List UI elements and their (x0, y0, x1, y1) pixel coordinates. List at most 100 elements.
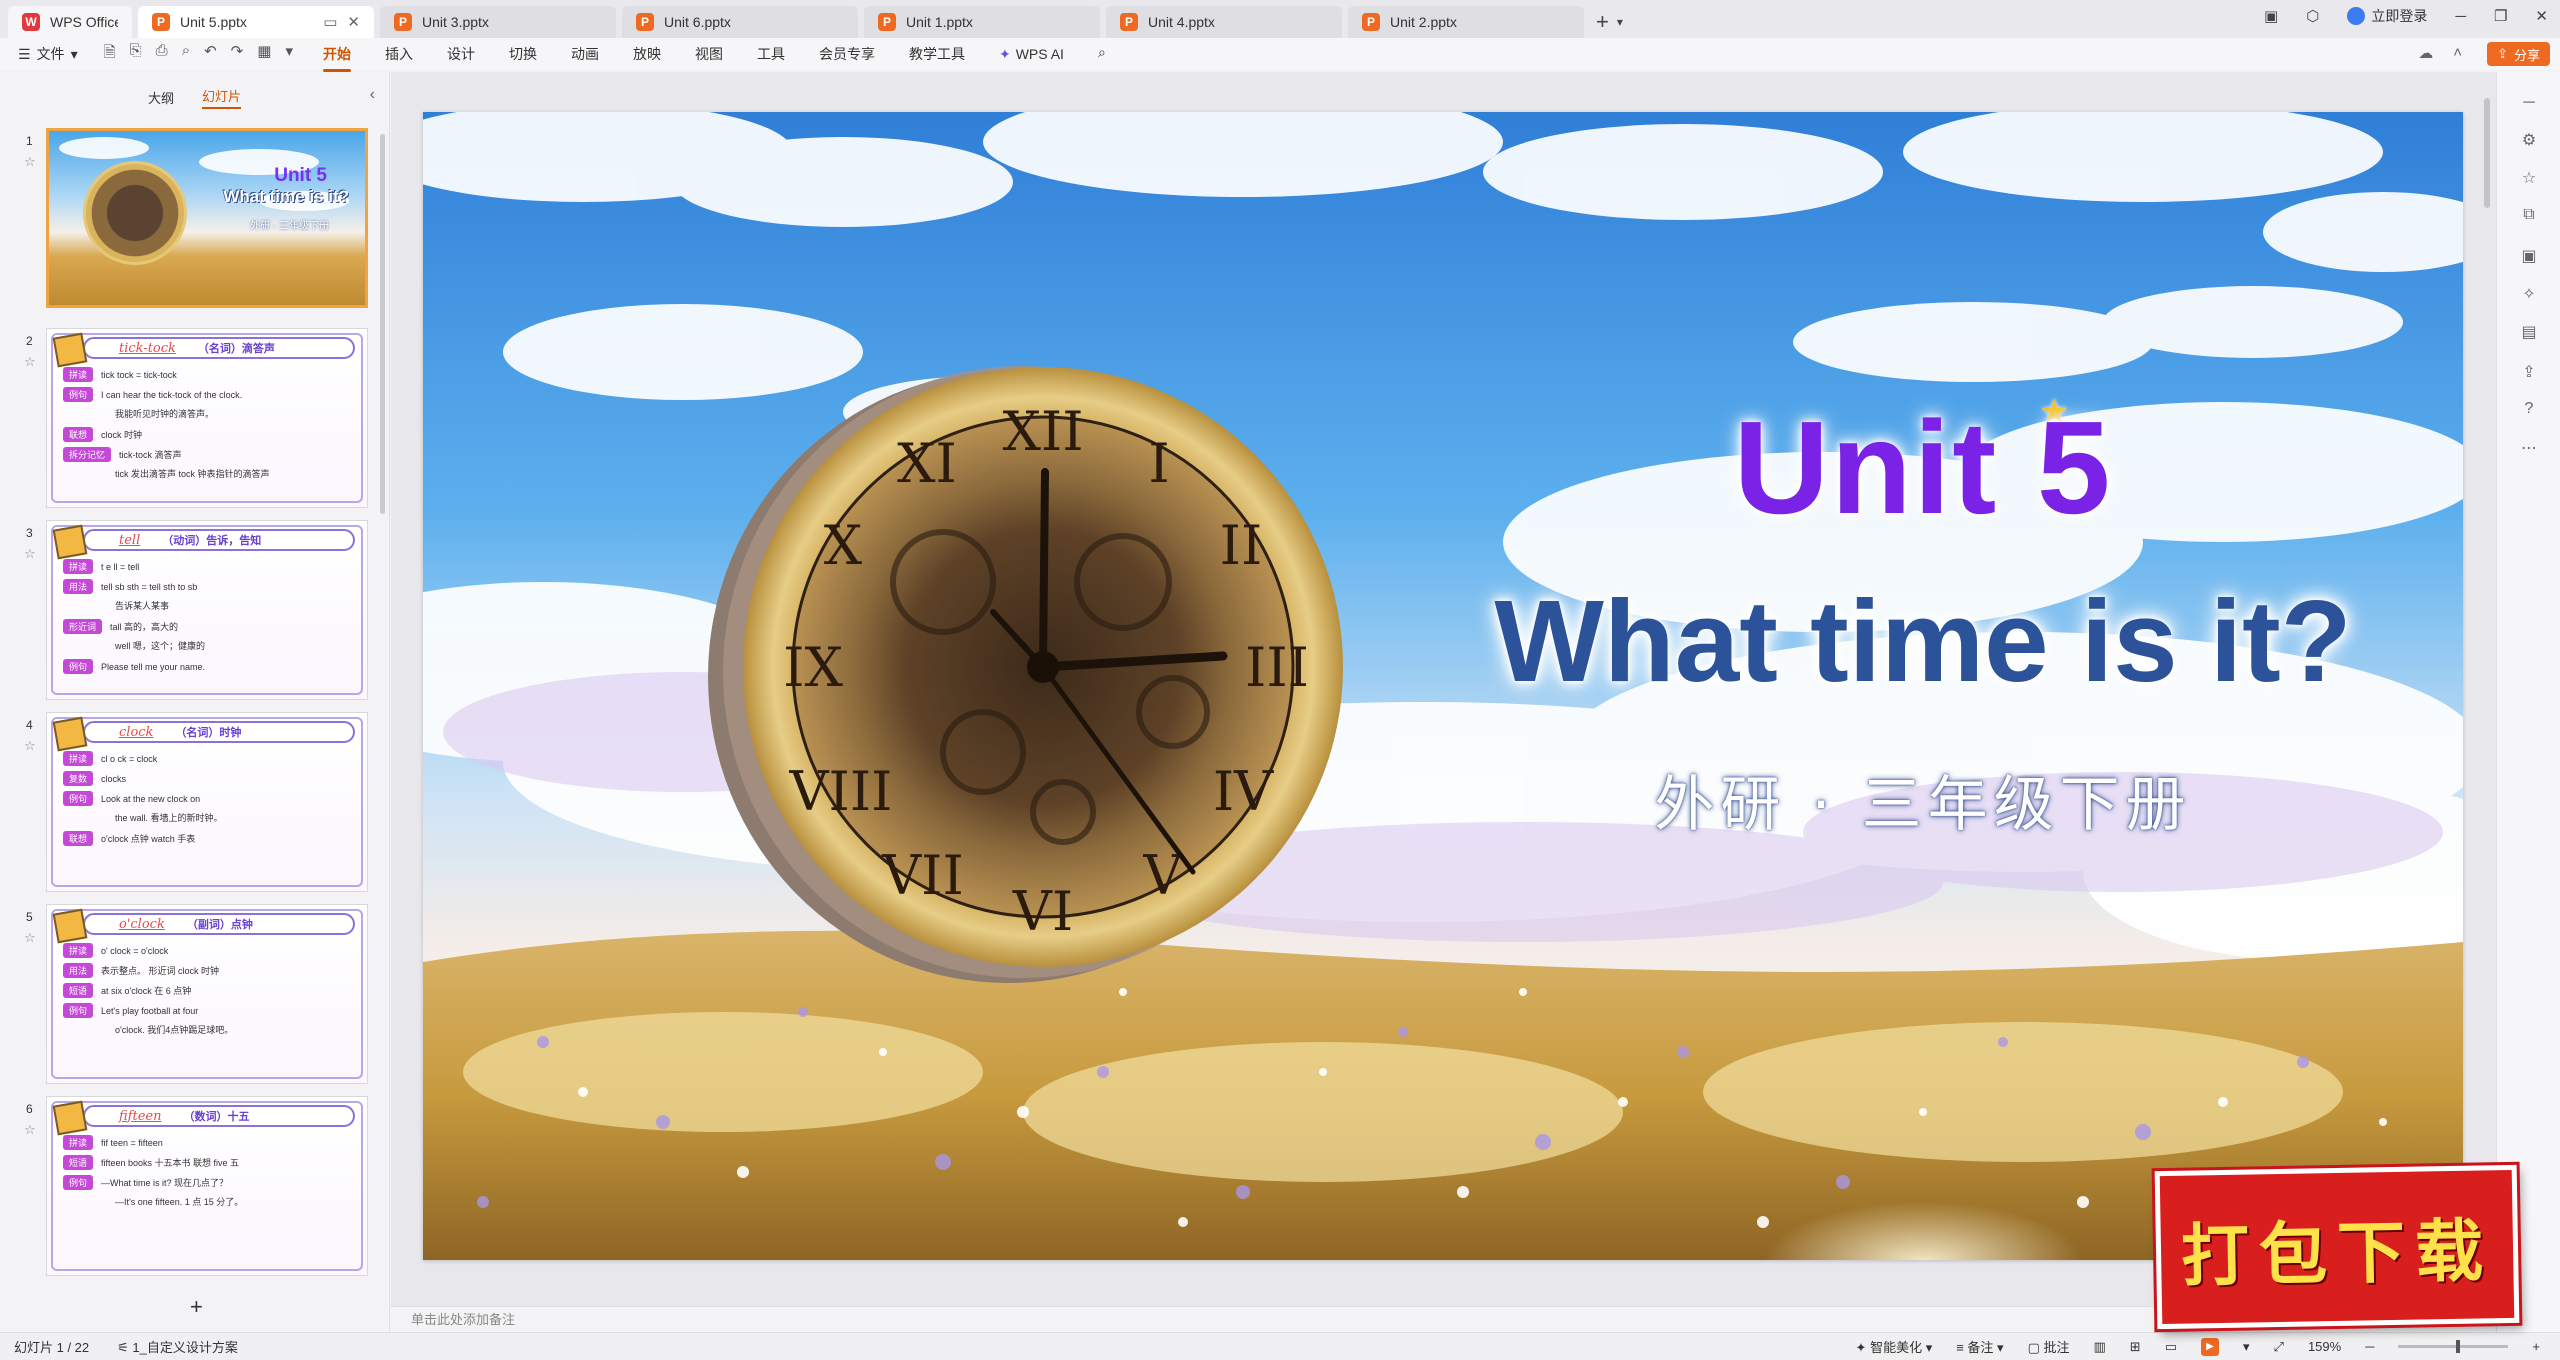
slide-thumbnail-row[interactable]: 4 ☆ clock （名词）时钟 拼读 cl o ck = clock 复数 clocks 例句… (0, 710, 380, 896)
slide-thumbnail[interactable]: o'clock （副词）点钟 拼读 o' clock = o'clock 用法 表示整点。… (46, 904, 368, 1084)
slide-thumbnail[interactable]: clock （名词）时钟 拼读 cl o ck = clock 复数 clocks 例句 Lo… (46, 712, 368, 892)
tab-document[interactable]: P Unit 5.pptx ▭ ✕ (138, 6, 374, 38)
slide-thumbnail[interactable]: tell （动词）告诉，告知 拼读 t e ll = tell 用法 tell sb st… (46, 520, 368, 700)
template-icon[interactable]: ▤ (2519, 322, 2539, 342)
chevron-down-icon[interactable]: ▾ (2243, 1339, 2250, 1355)
tab-label: Unit 3.pptx (422, 14, 489, 30)
more-icon[interactable]: ⋯ (2519, 438, 2539, 458)
settings-sliders-icon[interactable]: ⚙ (2519, 130, 2539, 150)
restore-layout-icon[interactable]: ▣ (2264, 7, 2278, 25)
redo-icon[interactable]: ↷ (231, 42, 244, 67)
tab-document[interactable]: P Unit 2.pptx (1348, 6, 1584, 38)
download-banner[interactable]: 打包下载 (2154, 1164, 2520, 1330)
copy-icon[interactable]: ⧉ (2519, 206, 2539, 226)
save-icon[interactable]: 🗎 (104, 42, 116, 67)
print-preview-icon[interactable]: ⌕ (182, 42, 190, 67)
slide-subtitle[interactable]: 外研 · 三年级下册 (1623, 756, 2223, 843)
tab-document[interactable]: P Unit 4.pptx (1106, 6, 1342, 38)
format-painter-icon[interactable]: ▦ (257, 42, 271, 67)
ribbon-tab-home[interactable]: 开始 (322, 44, 351, 72)
ribbon-tab-teaching-tools[interactable]: 教学工具 (909, 44, 965, 64)
slide-thumbnail-row[interactable]: 2 ☆ tick-tock （名词）滴答声 拼读 tick tock = tick-toc… (0, 326, 380, 512)
add-slide-button[interactable]: + (190, 1294, 203, 1320)
ribbon-tab-animation[interactable]: 动画 (571, 44, 599, 64)
sorter-view-icon[interactable]: ⊞ (2130, 1339, 2141, 1355)
slide-thumbnail[interactable]: Unit 5 What time is it? 外研 · 三年级下册 (46, 128, 368, 308)
comments-toggle[interactable]: ▢ 批注 (2028, 1337, 2070, 1356)
slide-scrollbar[interactable] (2484, 98, 2490, 208)
tab-outline[interactable]: 大纲 (148, 88, 174, 107)
tab-wps-home[interactable]: W WPS Office (8, 6, 132, 38)
tab-document[interactable]: P Unit 1.pptx (864, 6, 1100, 38)
notes-toggle[interactable]: ≡ 备注 ▾ (1956, 1337, 2003, 1356)
slide-thumbnail-row[interactable]: 1 ☆ Unit 5 What time is it? 外研 · 三年级下册 (0, 126, 380, 312)
share-button[interactable]: ⇪ 分享 (2487, 42, 2550, 66)
vocab-line: 用法 表示整点。 形近词 clock 时钟 (63, 963, 219, 978)
ribbon-tab-member[interactable]: 会员专享 (819, 44, 875, 64)
zoom-out-icon[interactable]: ─ (2365, 1339, 2374, 1354)
slide-unit-title[interactable]: Unit 5 (1683, 392, 2163, 543)
beautify-button[interactable]: ✦ 智能美化 ▾ (1856, 1337, 1933, 1356)
tab-slides[interactable]: 幻灯片 (202, 86, 242, 109)
reading-view-icon[interactable]: ▭ (2165, 1339, 2177, 1355)
ribbon-tab-design[interactable]: 设计 (447, 44, 475, 64)
chevron-up-icon[interactable]: ˄ (2453, 44, 2462, 62)
zoom-slider[interactable] (2398, 1340, 2509, 1353)
star-icon[interactable]: ☆ (24, 930, 36, 946)
vocab-tag: 例句 (63, 659, 94, 674)
ribbon-tab-tools[interactable]: 工具 (757, 44, 785, 64)
file-menu[interactable]: ☰ 文件 ▾ (18, 44, 78, 64)
vocab-meaning: （动词）告诉，告知 (162, 535, 262, 547)
wps-logo-icon: W (22, 13, 40, 31)
share-icon[interactable]: ⇪ (2519, 362, 2539, 382)
slide-thumbnail-row[interactable]: 3 ☆ tell （动词）告诉，告知 拼读 t e ll = tell 用法 tell sb … (0, 518, 380, 704)
slide-thumbnail-row[interactable]: 6 ☆ fifteen （数词）十五 拼读 fif teen = fifteen 短语 fif… (0, 1094, 380, 1280)
magic-wand-icon[interactable]: ✧ (2519, 284, 2539, 304)
image-edit-icon[interactable]: ▣ (2519, 246, 2539, 266)
collapse-pane-icon[interactable]: ‹ (370, 86, 375, 104)
ribbon-tab-transition[interactable]: 切换 (509, 44, 537, 64)
theme-name[interactable]: ⚟ 1_自定义设计方案 (117, 1337, 238, 1356)
fit-window-icon[interactable]: ⤢ (2274, 1339, 2284, 1355)
slide-thumbnail[interactable]: tick-tock （名词）滴答声 拼读 tick tock = tick-tock 例… (46, 328, 368, 508)
vocab-line: 例句 Look at the new clock on (63, 791, 200, 806)
zoom-level[interactable]: 159% (2308, 1339, 2341, 1354)
maximize-icon[interactable]: ❐ (2494, 7, 2507, 25)
close-window-icon[interactable]: ✕ (2535, 7, 2548, 25)
play-slideshow-button[interactable]: ▶ (2201, 1337, 2219, 1356)
ribbon-tab-insert[interactable]: 插入 (385, 44, 413, 64)
login-button[interactable]: 立即登录 (2347, 6, 2427, 26)
star-icon[interactable]: ☆ (24, 354, 36, 370)
minimize-icon[interactable]: ─ (2455, 8, 2466, 25)
pane-scrollbar[interactable] (380, 134, 385, 514)
ribbon-tab-wps-ai[interactable]: ✦ WPS AI (999, 44, 1064, 64)
cube-icon[interactable]: ⬡ (2306, 7, 2319, 25)
star-icon[interactable]: ☆ (24, 1122, 36, 1138)
star-icon[interactable]: ☆ (24, 546, 36, 562)
help-icon[interactable]: ? (2519, 400, 2539, 420)
star-icon[interactable]: ☆ (24, 738, 36, 754)
minus-icon[interactable]: ─ (2519, 94, 2539, 114)
print-icon[interactable]: ⎙ (156, 42, 168, 67)
normal-view-icon[interactable]: ▥ (2094, 1339, 2106, 1355)
export-icon[interactable]: ⎘ (130, 42, 142, 67)
chevron-down-icon[interactable]: ▾ (285, 42, 293, 67)
ribbon-tab-slideshow[interactable]: 放映 (633, 44, 661, 64)
search-icon[interactable]: ⌕ (1098, 44, 1106, 64)
zoom-slider-knob[interactable] (2456, 1340, 2461, 1353)
zoom-in-icon[interactable]: + (2532, 1339, 2540, 1354)
current-slide[interactable]: XII I II III IV V VI VII VIII IX X XI ★ (423, 112, 2463, 1260)
cloud-sync-icon[interactable]: ☁ (2418, 44, 2433, 62)
undo-icon[interactable]: ↶ (204, 42, 217, 67)
star-icon[interactable]: ☆ (2519, 168, 2539, 188)
slide-thumbnail[interactable]: fifteen （数词）十五 拼读 fif teen = fifteen 短语 fifte… (46, 1096, 368, 1276)
tab-document[interactable]: P Unit 6.pptx (622, 6, 858, 38)
tab-window-icon[interactable]: ▭ (323, 13, 337, 31)
new-tab-button[interactable]: + ▾ (1596, 6, 1623, 38)
slide-thumbnail-row[interactable]: 5 ☆ o'clock （副词）点钟 拼读 o' clock = o'clock 用法 表示整… (0, 902, 380, 1088)
star-icon[interactable]: ☆ (24, 154, 36, 170)
slide-main-title[interactable]: What time is it? (1433, 574, 2413, 708)
ribbon-tab-view[interactable]: 视图 (695, 44, 723, 64)
close-tab-icon[interactable]: ✕ (347, 13, 360, 31)
tab-document[interactable]: P Unit 3.pptx (380, 6, 616, 38)
